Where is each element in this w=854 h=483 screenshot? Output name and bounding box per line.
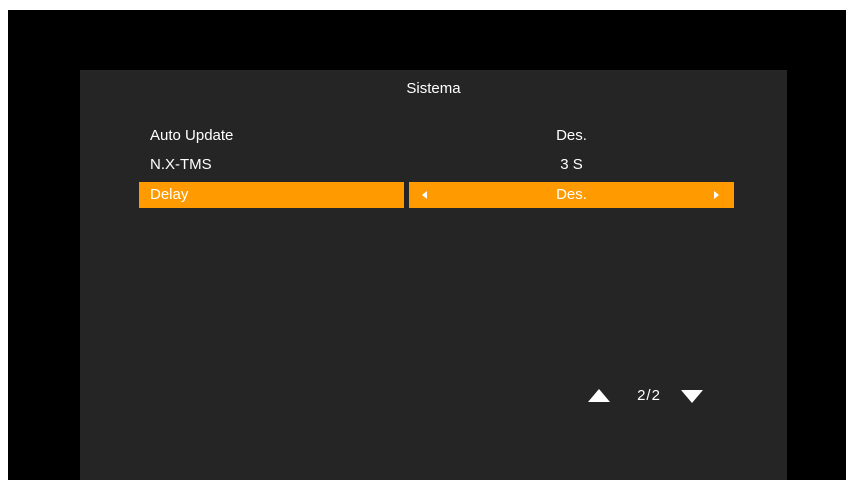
menu-item-label: Auto Update	[150, 127, 234, 144]
menu-item-auto-update[interactable]: Auto Update Des.	[139, 123, 734, 149]
arrow-left-icon[interactable]	[422, 191, 427, 199]
page-indicator: 2/2	[588, 386, 728, 406]
menu-item-label: N.X-TMS	[150, 156, 212, 173]
menu-title: Sistema	[406, 80, 461, 97]
triangle-up-icon[interactable]	[588, 389, 610, 402]
arrow-right-icon[interactable]	[714, 191, 719, 199]
menu-item-value: Des.	[556, 127, 587, 144]
menu-item-delay[interactable]: Delay Des.	[139, 182, 734, 208]
menu-item-value-selector[interactable]: Des.	[409, 182, 734, 208]
page-number: 2/2	[637, 387, 661, 404]
menu-item-value: Des.	[556, 186, 587, 203]
triangle-down-icon[interactable]	[681, 390, 703, 403]
menu-item-value: 3 S	[560, 156, 583, 173]
menu-item-label: Delay	[139, 182, 404, 208]
menu-item-nx-tms[interactable]: N.X-TMS 3 S	[139, 152, 734, 178]
tv-screen: Sistema Auto Update Des. N.X-TMS 3 S Del…	[8, 10, 846, 480]
settings-panel: Sistema Auto Update Des. N.X-TMS 3 S Del…	[80, 70, 787, 480]
